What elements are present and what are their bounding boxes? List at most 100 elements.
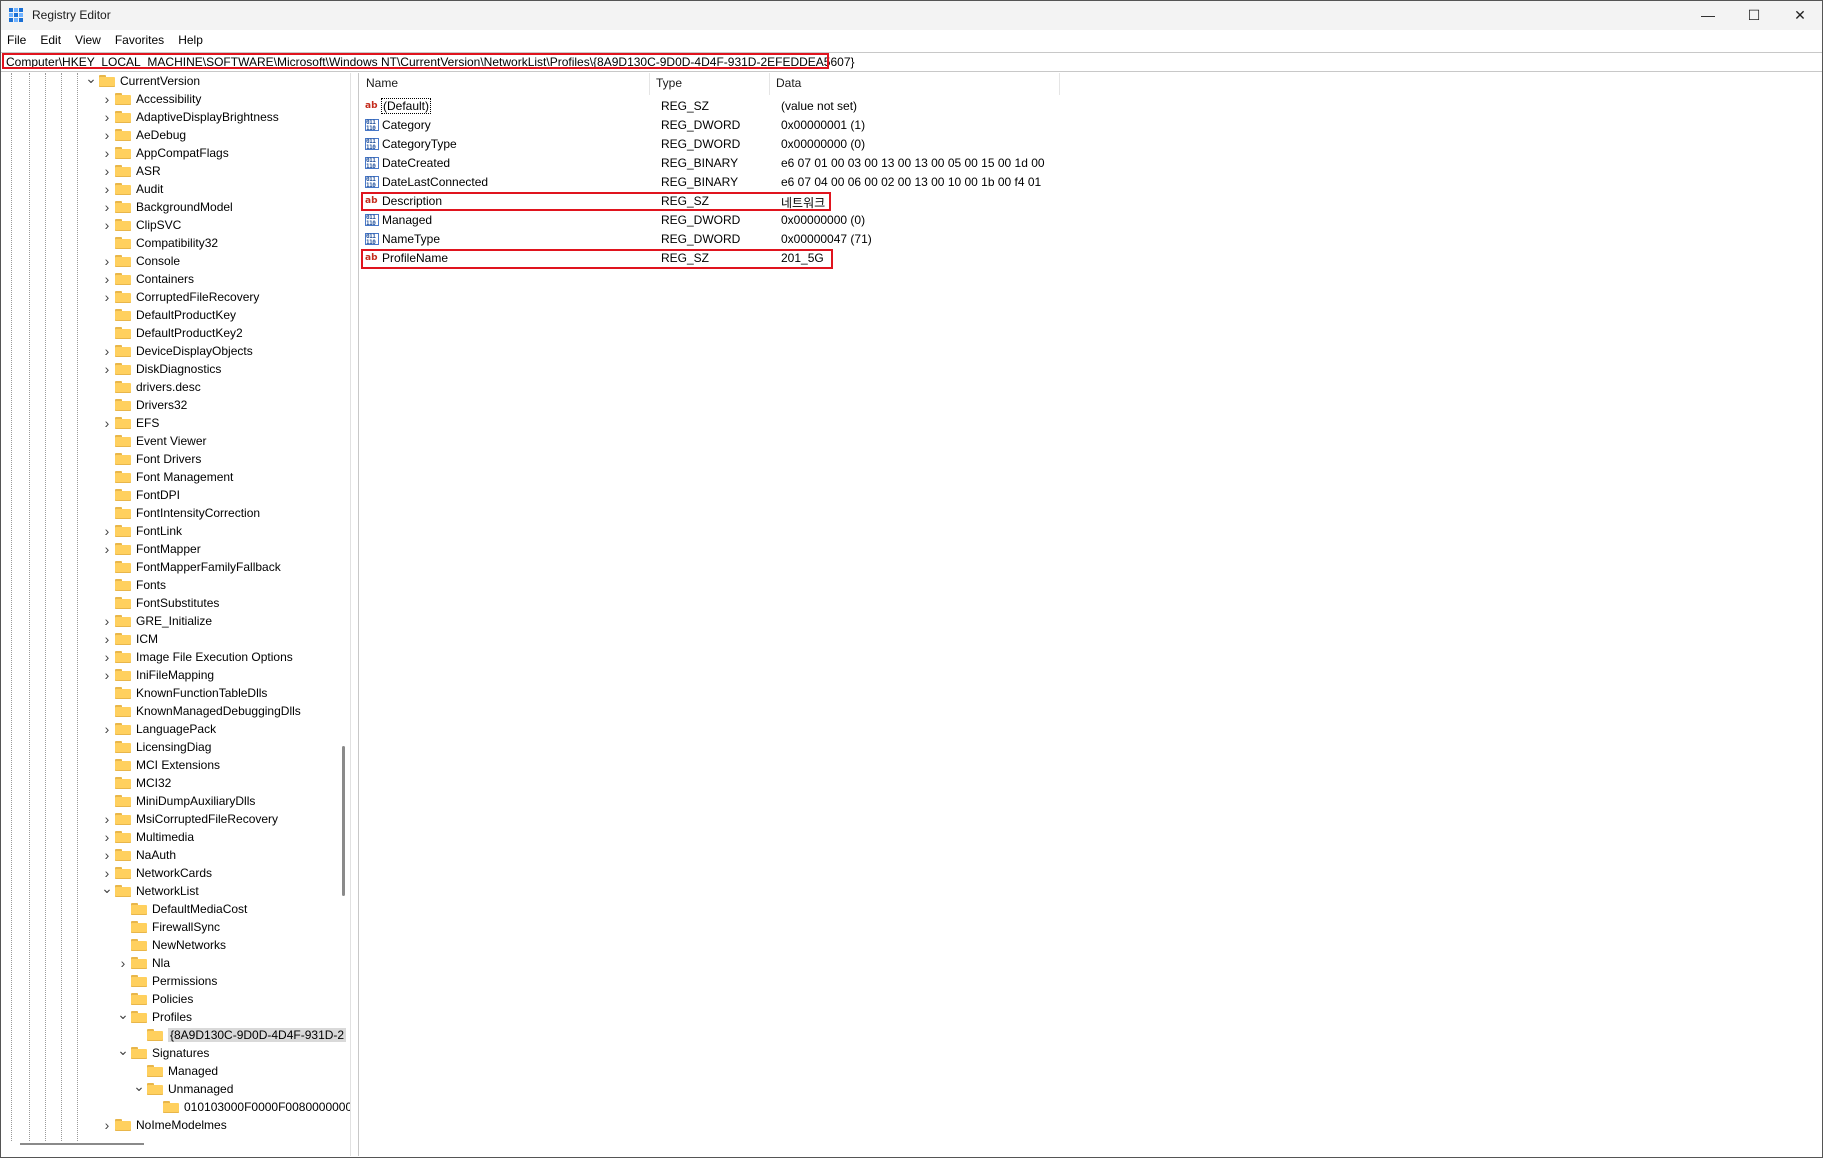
chevron-right-icon[interactable]: › bbox=[99, 252, 115, 270]
tree-item[interactable]: › Multimedia bbox=[99, 828, 194, 846]
tree-item[interactable]: › EFS bbox=[99, 414, 160, 432]
tree-item[interactable]: FirewallSync bbox=[115, 918, 220, 936]
menu-view[interactable]: View bbox=[67, 33, 107, 47]
chevron-right-icon[interactable]: › bbox=[99, 612, 115, 630]
tree-item[interactable]: Font Management bbox=[99, 468, 233, 486]
tree-item[interactable]: ⌄ Signatures bbox=[115, 1041, 209, 1062]
tree-item[interactable]: › FontLink bbox=[99, 522, 182, 540]
chevron-right-icon[interactable]: › bbox=[99, 126, 115, 144]
tree-item[interactable]: MCI Extensions bbox=[99, 756, 220, 774]
chevron-right-icon[interactable]: › bbox=[99, 522, 115, 540]
tree-item[interactable]: › Console bbox=[99, 252, 180, 270]
tree-item[interactable]: 010103000F0000F0080000000 bbox=[147, 1098, 350, 1116]
chevron-right-icon[interactable]: › bbox=[99, 90, 115, 108]
chevron-right-icon[interactable]: › bbox=[99, 666, 115, 684]
tree-item[interactable]: › LanguagePack bbox=[99, 720, 216, 738]
tree-item[interactable]: › BackgroundModel bbox=[99, 198, 233, 216]
chevron-right-icon[interactable]: › bbox=[99, 144, 115, 162]
tree-item[interactable]: › Containers bbox=[99, 270, 194, 288]
address-bar[interactable]: Computer\HKEY_LOCAL_MACHINE\SOFTWARE\Mic… bbox=[0, 52, 1823, 72]
tree-item[interactable]: ⌄ CurrentVersion bbox=[83, 73, 200, 90]
tree-item[interactable]: › AppCompatFlags bbox=[99, 144, 229, 162]
chevron-down-icon[interactable]: ⌄ bbox=[115, 1005, 131, 1023]
chevron-right-icon[interactable]: › bbox=[99, 288, 115, 306]
menu-edit[interactable]: Edit bbox=[32, 33, 67, 47]
column-header-type[interactable]: Type bbox=[656, 76, 682, 94]
value-row[interactable]: 011 110 DateLastConnected REG_BINARY e6 07 … bbox=[365, 173, 1565, 192]
chevron-right-icon[interactable]: › bbox=[99, 828, 115, 846]
column-separator[interactable] bbox=[649, 73, 650, 95]
tree-item[interactable]: DefaultProductKey2 bbox=[99, 324, 243, 342]
tree-item[interactable]: › IniFileMapping bbox=[99, 666, 214, 684]
tree-item[interactable]: FontSubstitutes bbox=[99, 594, 219, 612]
tree-item[interactable]: KnownFunctionTableDlls bbox=[99, 684, 267, 702]
column-separator[interactable] bbox=[1059, 73, 1060, 95]
chevron-right-icon[interactable]: › bbox=[115, 954, 131, 972]
tree-item[interactable]: › NoImeModelmes bbox=[99, 1116, 227, 1134]
tree-item[interactable]: › Audit bbox=[99, 180, 164, 198]
tree-item[interactable]: MiniDumpAuxiliaryDlls bbox=[99, 792, 255, 810]
chevron-right-icon[interactable]: › bbox=[99, 540, 115, 558]
tree-item[interactable]: Event Viewer bbox=[99, 432, 206, 450]
chevron-right-icon[interactable]: › bbox=[99, 270, 115, 288]
tree-item[interactable]: KnownManagedDebuggingDlls bbox=[99, 702, 301, 720]
value-row[interactable]: 011 110 Managed REG_DWORD 0x00000000 (0) bbox=[365, 211, 1565, 230]
tree-item[interactable]: FontMapperFamilyFallback bbox=[99, 558, 281, 576]
tree-horizontal-scrollbar[interactable] bbox=[20, 1143, 144, 1145]
chevron-right-icon[interactable]: › bbox=[99, 1116, 115, 1134]
value-row[interactable]: ab (Default) REG_SZ (value not set) bbox=[365, 97, 1565, 116]
menu-file[interactable]: File bbox=[0, 33, 32, 47]
tree-item[interactable]: › AdaptiveDisplayBrightness bbox=[99, 108, 279, 126]
tree-item[interactable]: › ICM bbox=[99, 630, 158, 648]
chevron-right-icon[interactable]: › bbox=[99, 630, 115, 648]
tree-item[interactable]: › Image File Execution Options bbox=[99, 648, 293, 666]
tree-item[interactable]: › FontMapper bbox=[99, 540, 201, 558]
close-button[interactable]: ✕ bbox=[1777, 0, 1823, 30]
chevron-right-icon[interactable]: › bbox=[99, 846, 115, 864]
tree-item[interactable]: › Nla bbox=[115, 954, 170, 972]
tree-item[interactable]: MCI32 bbox=[99, 774, 171, 792]
tree-item[interactable]: Compatibility32 bbox=[99, 234, 218, 252]
chevron-right-icon[interactable]: › bbox=[99, 720, 115, 738]
value-row[interactable]: 011 110 Category REG_DWORD 0x00000001 (1) bbox=[365, 116, 1565, 135]
minimize-button[interactable]: — bbox=[1685, 0, 1731, 30]
tree-item[interactable]: › NetworkCards bbox=[99, 864, 212, 882]
tree-item[interactable]: ⌄ Unmanaged bbox=[131, 1077, 233, 1098]
tree-item[interactable]: DefaultProductKey bbox=[99, 306, 236, 324]
chevron-right-icon[interactable]: › bbox=[99, 108, 115, 126]
menu-favorites[interactable]: Favorites bbox=[107, 33, 170, 47]
tree-vertical-scrollbar[interactable] bbox=[342, 746, 345, 896]
tree-item[interactable]: › NaAuth bbox=[99, 846, 176, 864]
chevron-right-icon[interactable]: › bbox=[99, 414, 115, 432]
tree-item[interactable]: › AeDebug bbox=[99, 126, 186, 144]
tree-item[interactable]: FontDPI bbox=[99, 486, 180, 504]
tree-item[interactable]: Font Drivers bbox=[99, 450, 201, 468]
chevron-right-icon[interactable]: › bbox=[99, 216, 115, 234]
chevron-right-icon[interactable]: › bbox=[99, 648, 115, 666]
tree-item[interactable]: › ASR bbox=[99, 162, 161, 180]
chevron-right-icon[interactable]: › bbox=[99, 360, 115, 378]
chevron-down-icon[interactable]: ⌄ bbox=[131, 1077, 147, 1095]
chevron-down-icon[interactable]: ⌄ bbox=[83, 73, 99, 87]
value-row[interactable]: 011 110 CategoryType REG_DWORD 0x00000000 (… bbox=[365, 135, 1565, 154]
chevron-down-icon[interactable]: ⌄ bbox=[115, 1041, 131, 1059]
tree-item[interactable]: NewNetworks bbox=[115, 936, 226, 954]
tree-item[interactable]: › GRE_Initialize bbox=[99, 612, 212, 630]
tree-item[interactable]: Drivers32 bbox=[99, 396, 187, 414]
chevron-right-icon[interactable]: › bbox=[99, 162, 115, 180]
chevron-down-icon[interactable]: ⌄ bbox=[99, 879, 115, 897]
maximize-button[interactable]: ☐ bbox=[1731, 0, 1777, 30]
key-tree-pane[interactable]: ⌄ CurrentVersion › Accessibility › AdaptiveDi… bbox=[0, 73, 351, 1156]
value-row[interactable]: 011 110 NameType REG_DWORD 0x00000047 (71) bbox=[365, 230, 1565, 249]
tree-item[interactable]: ⌄ Profiles bbox=[115, 1005, 192, 1026]
chevron-right-icon[interactable]: › bbox=[99, 810, 115, 828]
chevron-right-icon[interactable]: › bbox=[99, 180, 115, 198]
tree-item[interactable]: {8A9D130C-9D0D-4D4F-931D-2 bbox=[131, 1026, 347, 1044]
tree-item[interactable]: DefaultMediaCost bbox=[115, 900, 247, 918]
menu-help[interactable]: Help bbox=[170, 33, 209, 47]
chevron-right-icon[interactable]: › bbox=[99, 342, 115, 360]
tree-item[interactable]: drivers.desc bbox=[99, 378, 201, 396]
tree-item[interactable]: LicensingDiag bbox=[99, 738, 211, 756]
tree-item[interactable]: › Accessibility bbox=[99, 90, 202, 108]
values-pane[interactable]: Name Type Data ab (Default) REG_SZ (value n… bbox=[358, 73, 1821, 1156]
